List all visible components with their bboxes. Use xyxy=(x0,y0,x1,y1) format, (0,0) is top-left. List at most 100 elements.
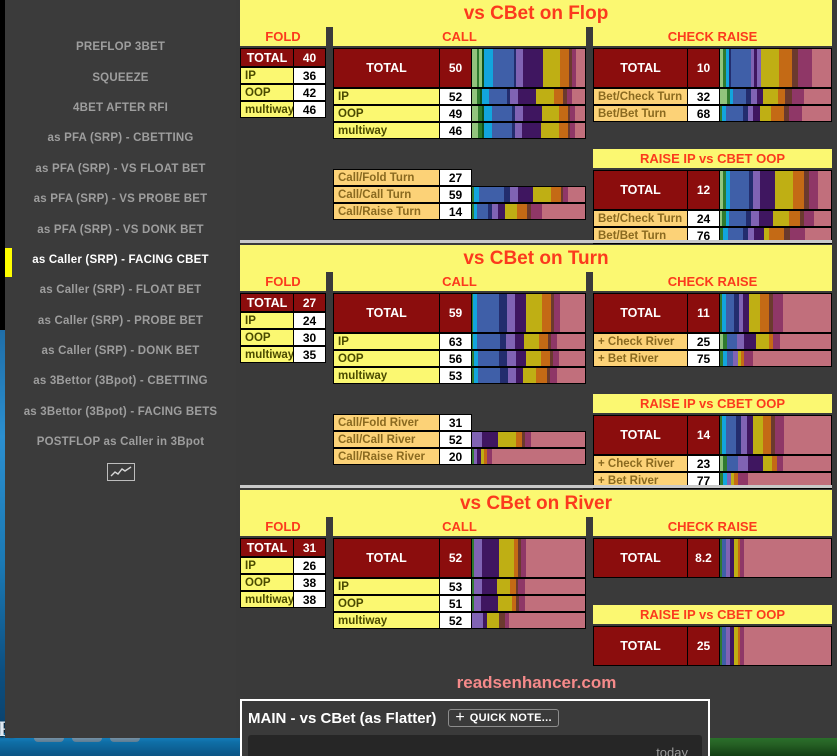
range-segment xyxy=(808,171,818,209)
sidebar-item-12[interactable]: as 3Bettor (3Bpot) - FACING BETS xyxy=(5,397,236,427)
range-segment xyxy=(474,539,483,577)
row-value: 52 xyxy=(440,431,472,448)
range-segment xyxy=(748,294,760,332)
range-segment xyxy=(477,351,500,366)
range-segment xyxy=(804,211,815,226)
sidebar: PREFLOP 3BET SQUEEZE 4BET AFTER RFI as PFA … xyxy=(5,0,236,738)
row-value: 46 xyxy=(440,122,472,139)
section-1: vs CBet on Turn FOLD CALL CHECK RAISE TOTAL 2… xyxy=(236,240,837,489)
range-segment xyxy=(484,49,494,87)
sidebar-item-label: as Caller (SRP) - FLOAT BET xyxy=(39,284,202,297)
sidebar-item-label: 4BET AFTER RFI xyxy=(72,101,168,114)
range-segment xyxy=(486,613,500,628)
range-segment xyxy=(558,106,568,121)
sidebar-item-7[interactable]: as Caller (SRP) - FACING CBET xyxy=(5,245,236,278)
range-segment xyxy=(771,106,785,121)
row-value: 24 xyxy=(294,312,326,329)
range-segment xyxy=(720,89,727,104)
fold-row-2: OOP 30 xyxy=(240,329,326,346)
row-label: Call/Call Turn xyxy=(333,186,440,203)
section-grid: TOTAL 40 IP 36 OOP 42 multiway 46 TOTAL 50 IP 52 OOP… xyxy=(240,27,832,244)
range-segment xyxy=(499,539,514,577)
range-segment xyxy=(526,539,585,577)
row-value: 59 xyxy=(440,186,472,203)
range-segment xyxy=(736,334,745,349)
row-label: TOTAL xyxy=(333,538,440,578)
range-segment xyxy=(758,211,774,226)
row-value: 12 xyxy=(688,170,720,210)
sidebar-item-2[interactable]: 4BET AFTER RFI xyxy=(5,93,236,123)
sidebar-item-5[interactable]: as PFA (SRP) - VS PROBE BET xyxy=(5,184,236,214)
row-label: Bet/Bet Turn xyxy=(593,105,688,122)
fold-row-1: IP 36 xyxy=(240,67,326,84)
row-value: 63 xyxy=(440,333,472,350)
sidebar-item-label: as PFA (SRP) - VS FLOAT BET xyxy=(35,162,206,175)
subheader-raise-ip: RAISE IP vs CBET OOP xyxy=(593,149,832,168)
range-segment xyxy=(753,416,764,454)
sidebar-item-6[interactable]: as PFA (SRP) - VS DONK BET xyxy=(5,214,236,244)
sidebar-item-10[interactable]: as Caller (SRP) - DONK BET xyxy=(5,336,236,366)
sidebar-item-13[interactable]: POSTFLOP as Caller in 3Bpot xyxy=(5,427,236,457)
row-label: OOP xyxy=(333,595,440,612)
range-segment xyxy=(812,49,831,87)
range-bar xyxy=(472,350,586,367)
row-value: 42 xyxy=(294,84,326,101)
range-bar xyxy=(720,170,832,210)
sidebar-item-1[interactable]: SQUEEZE xyxy=(5,62,236,92)
sidebar-item-0[interactable]: PREFLOP 3BET xyxy=(5,32,236,62)
range-segment xyxy=(753,351,831,366)
range-bar xyxy=(720,210,832,227)
row-label: IP xyxy=(240,557,294,574)
sidebar-item-label: SQUEEZE xyxy=(92,71,149,84)
range-segment xyxy=(783,294,831,332)
range-segment xyxy=(476,294,500,332)
sidebar-item-8[interactable]: as Caller (SRP) - FLOAT BET xyxy=(5,275,236,305)
sidebar-item-3[interactable]: as PFA (SRP) - CBETTING xyxy=(5,123,236,153)
section-title: vs CBet on Flop xyxy=(240,0,832,27)
range-segment xyxy=(516,368,523,383)
fold-row-1: IP 26 xyxy=(240,557,326,574)
range-segment xyxy=(779,334,831,349)
row-value: 24 xyxy=(688,210,720,227)
line-chart-icon[interactable] xyxy=(106,463,135,482)
note-input-area[interactable]: today xyxy=(248,735,702,756)
row-value: 8.2 xyxy=(688,538,720,578)
range-segment xyxy=(733,89,746,104)
row-value: 75 xyxy=(688,350,720,367)
range-segment xyxy=(784,416,831,454)
main-content: vs CBet on Flop FOLD CALL CHECK RAISE TOTAL 4… xyxy=(236,0,837,756)
range-segment xyxy=(759,106,772,121)
row-label: TOTAL xyxy=(593,170,688,210)
sidebar-item-9[interactable]: as Caller (SRP) - PROBE BET xyxy=(5,306,236,336)
range-segment xyxy=(549,368,557,383)
sidebar-item-4[interactable]: as PFA (SRP) - VS FLOAT BET xyxy=(5,154,236,184)
row-value: 52 xyxy=(440,88,472,105)
row-label: TOTAL xyxy=(240,293,294,312)
sidebar-item-label: POSTFLOP as Caller in 3Bpot xyxy=(36,436,205,449)
range-segment xyxy=(759,171,776,209)
range-bar xyxy=(720,293,832,333)
range-bar xyxy=(472,538,586,578)
range-segment xyxy=(542,294,552,332)
note-header: MAIN - vs CBet (as Flatter) + QUICK NOTE… xyxy=(248,705,702,731)
row-label: + Check River xyxy=(593,333,688,350)
row-label: multiway xyxy=(240,591,294,608)
sidebar-item-11[interactable]: as 3Bettor (3Bpot) - CBETTING xyxy=(5,366,236,396)
call-row-2: OOP 56 xyxy=(333,350,586,367)
fold-row-0: TOTAL 31 xyxy=(240,538,326,557)
checkraise-row-2: + Bet River 75 xyxy=(593,350,832,367)
call-subrow-0: Call/Fold River 31 xyxy=(333,414,472,431)
row-label: + Check River xyxy=(593,455,688,472)
sidebar-item-label: as 3Bettor (3Bpot) - CBETTING xyxy=(33,375,208,388)
row-label: IP xyxy=(240,312,294,329)
section-grid: TOTAL 31 IP 26 OOP 38 multiway 38 TOTAL 52 IP 53 OOP… xyxy=(240,517,832,666)
range-segment xyxy=(788,106,803,121)
quick-note-button[interactable]: + QUICK NOTE... xyxy=(448,709,559,727)
row-value: 56 xyxy=(440,350,472,367)
range-bar xyxy=(472,578,586,595)
call-subrow-1: Call/Call River 52 xyxy=(333,431,586,448)
range-segment xyxy=(478,187,504,202)
range-segment xyxy=(518,89,537,104)
fold-row-0: TOTAL 27 xyxy=(240,293,326,312)
range-segment xyxy=(514,106,523,121)
